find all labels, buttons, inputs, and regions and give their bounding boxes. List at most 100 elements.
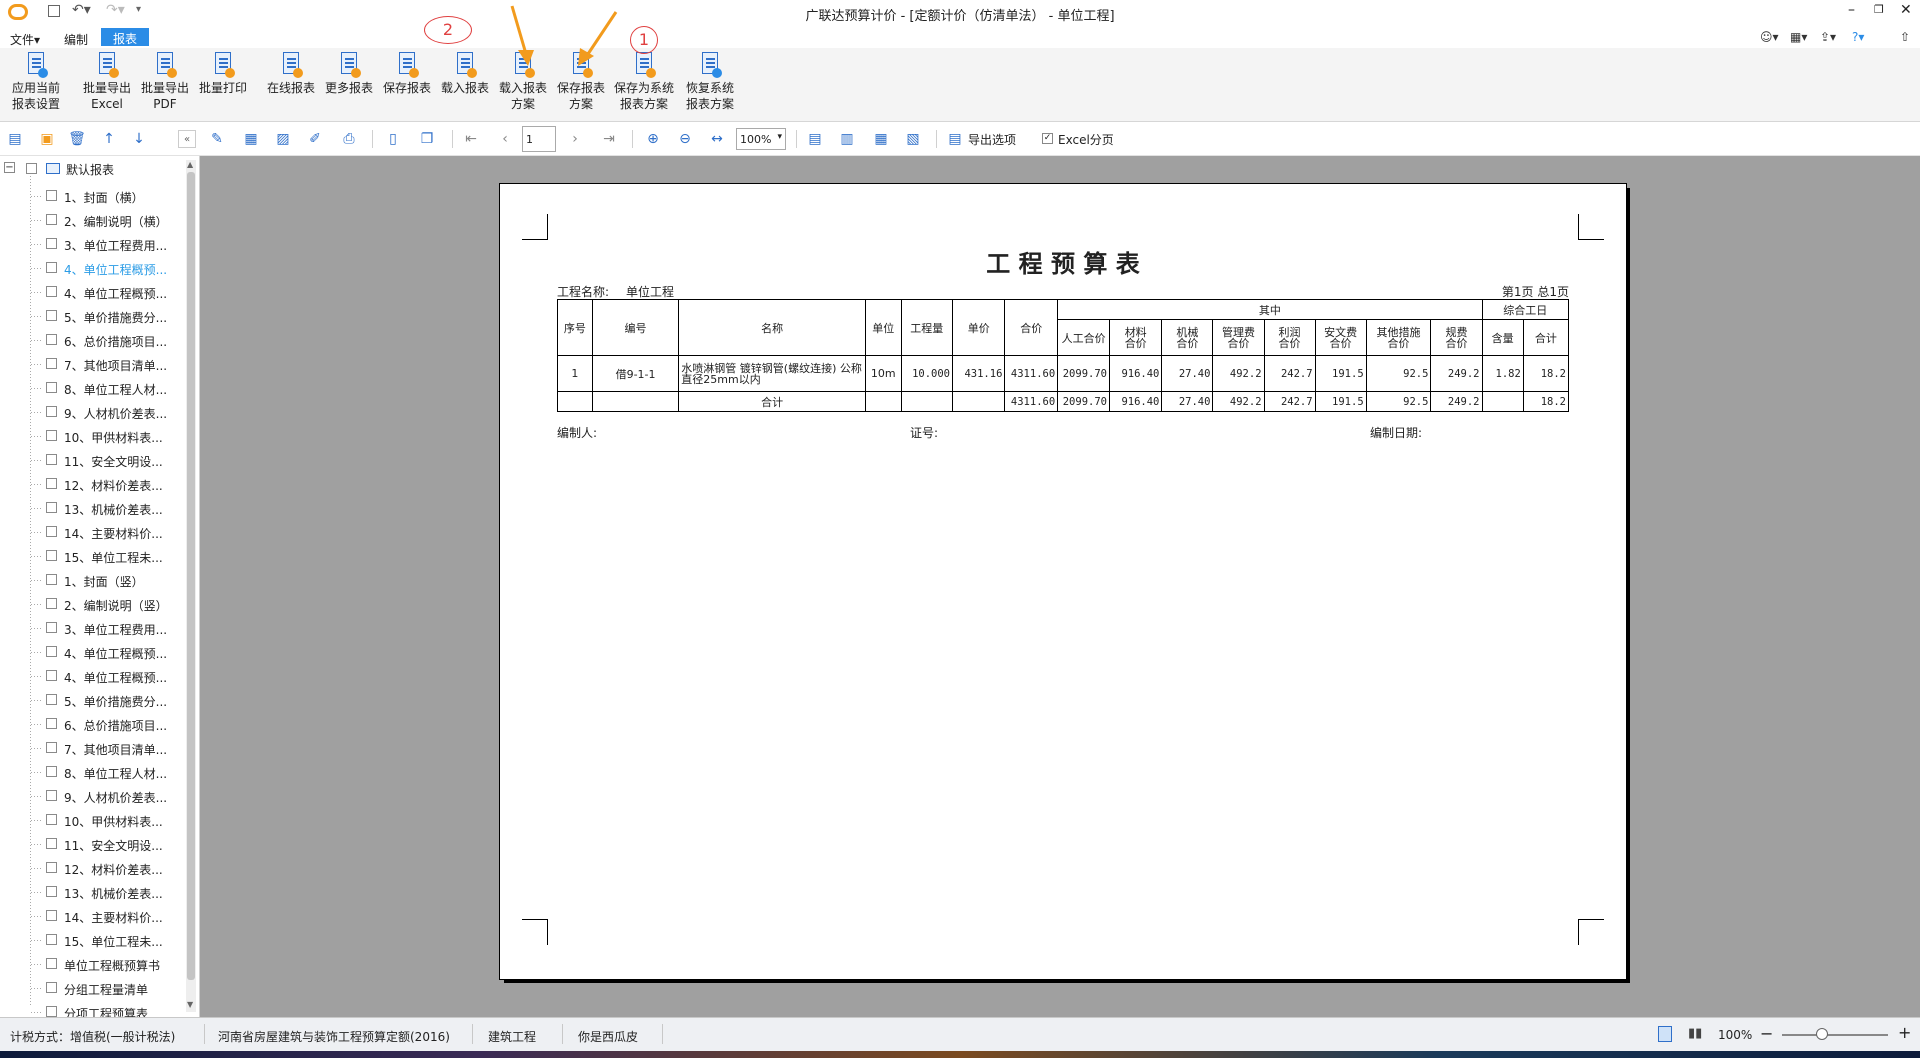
tree-item-checkbox[interactable] bbox=[46, 598, 57, 609]
tree-item[interactable]: 3、单位工程费用... bbox=[0, 616, 186, 640]
delete-icon[interactable]: 🗑 bbox=[68, 130, 86, 148]
tree-item[interactable]: 3、单位工程费用... bbox=[0, 232, 186, 256]
zoom-select[interactable]: 100% ▾ bbox=[736, 128, 786, 150]
layout-icon[interactable]: ▦▾ bbox=[1790, 30, 1807, 44]
load-report-button[interactable]: 载入报表 bbox=[438, 52, 492, 96]
zoom-out-icon[interactable]: ⊖ bbox=[676, 130, 694, 148]
style-icon[interactable]: ▨ bbox=[274, 130, 292, 148]
tree-item[interactable]: 12、材料价差表... bbox=[0, 472, 186, 496]
tree-item[interactable]: 13、机械价差表... bbox=[0, 880, 186, 904]
apply-report-settings-button[interactable]: 应用当前 报表设置 bbox=[8, 52, 64, 112]
tree-item[interactable]: 14、主要材料价... bbox=[0, 520, 186, 544]
tree-item[interactable]: 4、单位工程概预... bbox=[0, 640, 186, 664]
tree-item-checkbox[interactable] bbox=[46, 958, 57, 969]
collapse-panel-icon[interactable]: « bbox=[178, 130, 196, 148]
batch-print-button[interactable]: 批量打印 bbox=[196, 52, 250, 96]
next-page-icon[interactable]: › bbox=[566, 130, 584, 148]
tree-item-checkbox[interactable] bbox=[46, 430, 57, 441]
tree-item-checkbox[interactable] bbox=[46, 694, 57, 705]
page-number-input[interactable]: 1 bbox=[522, 126, 556, 152]
single-page-view-icon[interactable] bbox=[1658, 1026, 1672, 1042]
tree-item-checkbox[interactable] bbox=[46, 478, 57, 489]
tree-item-checkbox[interactable] bbox=[46, 814, 57, 825]
tree-item-checkbox[interactable] bbox=[46, 334, 57, 345]
last-page-icon[interactable]: ⇥ bbox=[600, 130, 618, 148]
tree-item-checkbox[interactable] bbox=[46, 718, 57, 729]
tree-item[interactable]: 1、封面（竖） bbox=[0, 568, 186, 592]
tree-item[interactable]: 6、总价措施项目... bbox=[0, 712, 186, 736]
tree-root[interactable]: 默认报表 bbox=[66, 161, 114, 178]
tree-item[interactable]: 10、甲供材料表... bbox=[0, 424, 186, 448]
tree-item-checkbox[interactable] bbox=[46, 862, 57, 873]
tree-item-checkbox[interactable] bbox=[46, 454, 57, 465]
export-excel-icon[interactable]: ▤ bbox=[806, 130, 824, 148]
tree-item[interactable]: 4、单位工程概预... bbox=[0, 256, 186, 280]
tree-item-checkbox[interactable] bbox=[46, 262, 57, 273]
tree-item-checkbox[interactable] bbox=[46, 550, 57, 561]
tree-item-checkbox[interactable] bbox=[46, 670, 57, 681]
excel-paging-checkbox[interactable]: ✓ bbox=[1042, 133, 1053, 144]
tree-item-checkbox[interactable] bbox=[46, 766, 57, 777]
export-options-button[interactable]: 导出选项 bbox=[968, 131, 1016, 148]
tree-item[interactable]: 12、材料价差表... bbox=[0, 856, 186, 880]
tree-item-checkbox[interactable] bbox=[46, 838, 57, 849]
restore-system-scheme-button[interactable]: 恢复系统 报表方案 bbox=[680, 52, 740, 112]
fit-width-icon[interactable]: ↔ bbox=[708, 130, 726, 148]
tree-item-checkbox[interactable] bbox=[46, 934, 57, 945]
tree-item[interactable]: 8、单位工程人材... bbox=[0, 760, 186, 784]
tree-item-checkbox[interactable] bbox=[46, 406, 57, 417]
menu-edit[interactable]: 编制 bbox=[64, 31, 88, 49]
tree-collapse-toggle[interactable]: − bbox=[4, 162, 15, 173]
scrollbar-thumb[interactable] bbox=[187, 172, 195, 980]
zoom-in-icon[interactable]: ⊕ bbox=[644, 130, 662, 148]
tree-item-checkbox[interactable] bbox=[46, 1006, 57, 1017]
tree-item[interactable]: 7、其他项目清单... bbox=[0, 736, 186, 760]
edit-icon[interactable]: ✎ bbox=[208, 130, 226, 148]
tree-item[interactable]: 13、机械价差表... bbox=[0, 496, 186, 520]
tree-item[interactable]: 10、甲供材料表... bbox=[0, 808, 186, 832]
tree-item-checkbox[interactable] bbox=[46, 910, 57, 921]
minimize-button[interactable]: – bbox=[1848, 2, 1855, 18]
tree-item-checkbox[interactable] bbox=[46, 790, 57, 801]
tree-item[interactable]: 6、总价措施项目... bbox=[0, 328, 186, 352]
tree-item[interactable]: 5、单价措施费分... bbox=[0, 304, 186, 328]
user-icon[interactable]: ☺▾ bbox=[1760, 30, 1779, 44]
tree-item[interactable]: 7、其他项目清单... bbox=[0, 352, 186, 376]
menu-report[interactable]: 报表 bbox=[101, 28, 150, 46]
restore-button[interactable]: ❐ bbox=[1874, 3, 1884, 16]
export-word-icon[interactable]: ▦ bbox=[872, 130, 890, 148]
tree-item-checkbox[interactable] bbox=[46, 742, 57, 753]
tree-item-checkbox[interactable] bbox=[46, 190, 57, 201]
print-icon[interactable]: ⎙ bbox=[340, 130, 358, 148]
scroll-icon[interactable]: ⇧ bbox=[1900, 30, 1910, 44]
tree-item[interactable]: 11、安全文明设... bbox=[0, 832, 186, 856]
help-icon[interactable]: ?▾ bbox=[1852, 30, 1864, 44]
zoom-in-button[interactable]: + bbox=[1898, 1023, 1911, 1042]
tree-item[interactable]: 4、单位工程概预... bbox=[0, 280, 186, 304]
batch-export-pdf-button[interactable]: 批量导出 PDF bbox=[138, 52, 192, 112]
add-report-icon[interactable]: ▤ bbox=[6, 130, 24, 148]
tree-item-checkbox[interactable] bbox=[46, 214, 57, 225]
tree-item[interactable]: 14、主要材料价... bbox=[0, 904, 186, 928]
tree-item[interactable]: 5、单价措施费分... bbox=[0, 688, 186, 712]
tree-item-checkbox[interactable] bbox=[46, 382, 57, 393]
sidebar-scrollbar[interactable]: ▲ ▼ bbox=[186, 160, 196, 1012]
online-report-button[interactable]: 在线报表 bbox=[264, 52, 318, 96]
tree-item-checkbox[interactable] bbox=[46, 574, 57, 585]
tree-item[interactable]: 1、封面（横） bbox=[0, 184, 186, 208]
prev-page-icon[interactable]: ‹ bbox=[496, 130, 514, 148]
tree-item-checkbox[interactable] bbox=[46, 358, 57, 369]
tree-item[interactable]: 4、单位工程概预... bbox=[0, 664, 186, 688]
tree-item[interactable]: 2、编制说明（横） bbox=[0, 208, 186, 232]
move-up-icon[interactable]: ↑ bbox=[100, 130, 118, 148]
save-report-button[interactable]: 保存报表 bbox=[380, 52, 434, 96]
zoom-out-button[interactable]: − bbox=[1760, 1024, 1773, 1043]
scroll-down-icon[interactable]: ▼ bbox=[187, 1000, 193, 1009]
tree-item[interactable]: 15、单位工程未... bbox=[0, 544, 186, 568]
tree-item-checkbox[interactable] bbox=[46, 310, 57, 321]
tree-item-checkbox[interactable] bbox=[46, 502, 57, 513]
scroll-up-icon[interactable]: ▲ bbox=[187, 160, 193, 169]
double-page-view-icon[interactable]: ▮▮ bbox=[1688, 1026, 1702, 1041]
export-options-icon[interactable]: ▤ bbox=[946, 130, 964, 148]
tree-item[interactable]: 9、人材机价差表... bbox=[0, 784, 186, 808]
